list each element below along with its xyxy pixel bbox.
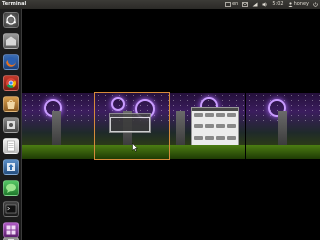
home-folder-icon: [6, 36, 16, 46]
indicator-area: en 5:02 honey: [225, 0, 318, 9]
messaging-icon: [6, 183, 16, 193]
user-name: honey: [293, 1, 309, 7]
user-icon: [287, 2, 293, 7]
tower-graphic: [52, 111, 61, 147]
launcher-update-manager[interactable]: [3, 159, 19, 175]
desktop: [22, 9, 320, 240]
power-icon: [313, 2, 318, 7]
volume-icon: [262, 2, 268, 7]
launcher: [0, 9, 22, 240]
launcher-text-editor[interactable]: [3, 138, 19, 154]
keyboard-indicator[interactable]: en: [225, 0, 238, 9]
workspace-preview[interactable]: [22, 93, 94, 159]
launcher-messaging[interactable]: [3, 180, 19, 196]
text-editor-icon: [7, 140, 15, 152]
workspace-preview[interactable]: [170, 93, 245, 159]
volume-indicator[interactable]: [262, 2, 268, 7]
tower-graphic: [278, 111, 287, 147]
launcher-terminal[interactable]: [3, 201, 19, 217]
tower-graphic: [176, 111, 185, 147]
chrome-icon: [6, 78, 16, 88]
workspace-switcher-icon: [6, 225, 16, 235]
keyboard-layout-label: en: [232, 1, 239, 7]
clock-indicator[interactable]: 5:02: [272, 0, 283, 9]
mail-indicator[interactable]: [242, 2, 249, 7]
ubuntu-logo-icon: [6, 14, 16, 25]
terminal-icon: [5, 204, 17, 214]
mail-icon: [242, 2, 249, 7]
system-settings-icon: [7, 121, 15, 129]
workspace-preview[interactable]: [246, 93, 320, 159]
top-panel: Terminal en 5:02 honey: [0, 0, 320, 9]
launcher-system-settings[interactable]: [3, 117, 19, 133]
software-center-icon: [7, 99, 15, 109]
firefox-icon: [6, 57, 16, 67]
clock-time: 5:02: [272, 1, 284, 7]
launcher-home-folder[interactable]: [3, 33, 19, 49]
network-indicator[interactable]: [252, 2, 258, 7]
moon-graphic: [111, 97, 125, 111]
keyboard-icon: [225, 2, 231, 7]
active-app-title: Terminal: [2, 1, 27, 7]
launcher-firefox[interactable]: [3, 54, 19, 70]
update-manager-icon: [7, 163, 15, 171]
session-indicator[interactable]: [313, 2, 318, 7]
mouse-cursor-icon: [132, 143, 138, 152]
launcher-software-center[interactable]: [3, 96, 19, 112]
launcher-workspace-switcher[interactable]: [3, 222, 19, 238]
launcher-chrome[interactable]: [3, 75, 19, 91]
window-thumbnail[interactable]: [109, 113, 151, 133]
user-indicator[interactable]: honey: [287, 0, 309, 9]
network-icon: [252, 2, 258, 7]
launcher-dash-home[interactable]: [3, 12, 19, 28]
